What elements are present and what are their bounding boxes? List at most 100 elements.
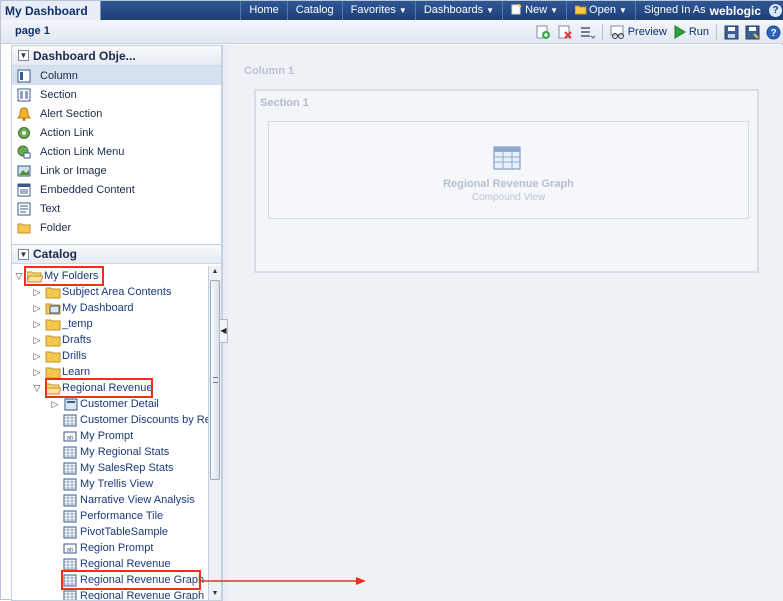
save-as-button[interactable] — [745, 24, 760, 40]
analysis-icon — [63, 557, 79, 571]
tree-item-pivottablesample[interactable]: PivotTableSample — [63, 524, 168, 540]
nav-new[interactable]: New ▼ — [502, 1, 566, 20]
tree-item-learn[interactable]: ▷ Learn — [32, 364, 90, 380]
add-page-button[interactable] — [535, 24, 551, 40]
tree-item-my-dashboard[interactable]: ▷ My Dashboard — [32, 300, 134, 316]
open-folder-icon — [27, 269, 43, 283]
catalog-scrollbar[interactable]: ▲ ▼ — [208, 266, 221, 600]
run-icon — [674, 25, 686, 39]
object-item-alert-section[interactable]: Alert Section — [12, 104, 221, 123]
collapsed-twisty-icon[interactable]: ▷ — [32, 303, 42, 314]
collapsed-twisty-icon[interactable]: ▷ — [32, 351, 42, 362]
nav-favorites[interactable]: Favorites ▼ — [341, 1, 415, 20]
global-nav: Home Catalog Favorites ▼ Dashboards ▼ New ▼… — [240, 1, 783, 20]
tree-item-label: _temp — [62, 318, 93, 330]
tree-item-drafts[interactable]: ▷ Drafts — [32, 332, 91, 348]
catalog-header: ▼ Catalog — [12, 244, 221, 264]
left-panel: ▼ Dashboard Obje... Column Section Alert… — [11, 45, 222, 601]
tree-item-label: Narrative View Analysis — [80, 494, 195, 506]
preview-label: Preview — [627, 26, 667, 38]
expanded-twisty-icon[interactable]: ▽ — [32, 383, 42, 394]
object-item-text[interactable]: Text — [12, 199, 221, 218]
collapsed-twisty-icon[interactable]: ▷ — [32, 367, 42, 378]
list-options-icon — [580, 27, 595, 39]
tree-item-customer-discounts[interactable]: Customer Discounts by Reg — [63, 412, 208, 428]
tree-item-label: My SalesRep Stats — [80, 462, 174, 474]
tree-item-narrative-view-analysis[interactable]: Narrative View Analysis — [63, 492, 195, 508]
collapsed-twisty-icon[interactable]: ▷ — [50, 399, 60, 410]
tree-item-temp[interactable]: ▷ _temp — [32, 316, 93, 332]
page-options-button[interactable] — [579, 24, 595, 40]
object-item-folder[interactable]: Folder — [12, 218, 221, 237]
nav-open[interactable]: Open ▼ — [566, 1, 635, 20]
tree-item-label: My Prompt — [80, 430, 134, 442]
expanded-twisty-icon[interactable]: ▽ — [14, 271, 24, 282]
analysis-icon — [63, 525, 79, 539]
section-container[interactable]: Section 1 Regional Revenue Graph Compoun… — [254, 89, 759, 273]
tree-item-customer-detail[interactable]: ▷ Customer Detail — [50, 396, 159, 412]
tree-item-my-salesrep-stats[interactable]: My SalesRep Stats — [63, 460, 174, 476]
embedded-content-icon — [16, 182, 32, 198]
chevron-down-icon: ▼ — [618, 6, 627, 15]
tree-item-my-trellis-view[interactable]: My Trellis View — [63, 476, 153, 492]
tree-item-label: My Regional Stats — [80, 446, 170, 458]
tree-item-performance-tile[interactable]: Performance Tile — [63, 508, 163, 524]
tree-item-my-folders[interactable]: ▽ My Folders — [14, 268, 98, 284]
tree-item-my-prompt[interactable]: ab My Prompt — [63, 428, 133, 444]
collapse-icon[interactable]: ▼ — [18, 50, 29, 61]
tree-item-region-prompt[interactable]: ab Region Prompt — [63, 540, 153, 556]
nav-home[interactable]: Home — [240, 1, 286, 20]
collapsed-twisty-icon[interactable]: ▷ — [32, 335, 42, 346]
tree-item-label: My Folders — [44, 270, 99, 282]
tree-item-label: Performance Tile — [80, 510, 164, 522]
object-item-link-or-image[interactable]: Link or Image — [12, 161, 221, 180]
preview-button[interactable]: Preview — [610, 24, 667, 40]
tree-item-regional-revenue[interactable]: Regional Revenue — [63, 556, 171, 572]
nav-new-label: New — [525, 4, 548, 16]
folder-icon — [45, 285, 61, 299]
analysis-icon — [63, 493, 79, 507]
user-menu[interactable]: weblogic — [710, 2, 765, 20]
tree-item-label: My Dashboard — [62, 302, 134, 314]
object-item-action-link-menu[interactable]: Action Link Menu — [12, 142, 221, 161]
page-tab[interactable]: page 1 — [15, 25, 50, 37]
object-item-action-link[interactable]: Action Link — [12, 123, 221, 142]
save-button[interactable] — [724, 24, 739, 40]
scroll-thumb[interactable] — [210, 280, 220, 480]
object-item-section[interactable]: Section — [12, 85, 221, 104]
analysis-icon — [63, 589, 79, 600]
link-image-icon — [16, 163, 32, 179]
nav-catalog[interactable]: Catalog — [286, 1, 342, 20]
tree-item-subject-area-contents[interactable]: ▷ Subject Area Contents — [32, 284, 171, 300]
scroll-down-icon[interactable]: ▼ — [209, 588, 221, 600]
compound-view-placeholder[interactable]: Regional Revenue Graph Compound View — [268, 121, 749, 219]
section-label[interactable]: Section 1 — [260, 97, 309, 109]
object-item-column[interactable]: Column — [12, 66, 221, 85]
object-label: Link or Image — [40, 164, 107, 177]
save-as-icon — [745, 25, 760, 39]
run-button[interactable]: Run — [673, 24, 709, 40]
collapse-left-icon[interactable]: ◀ — [219, 319, 228, 343]
nav-dashboards[interactable]: Dashboards ▼ — [414, 1, 502, 20]
collapsed-twisty-icon[interactable]: ▷ — [32, 319, 42, 330]
tree-item-regional-revenue-folder[interactable]: ▽ Regional Revenue — [32, 380, 153, 396]
toolbar-divider — [601, 24, 603, 40]
scroll-up-icon[interactable]: ▲ — [209, 266, 221, 278]
tree-item-regional-revenue-graph-n[interactable]: Regional Revenue Graph N — [63, 588, 208, 600]
delete-page-button[interactable] — [557, 24, 573, 40]
tree-item-my-regional-stats[interactable]: My Regional Stats — [63, 444, 169, 460]
help-icon[interactable]: ? — [769, 4, 782, 17]
tree-item-regional-revenue-graph[interactable]: Regional Revenue Graph — [63, 572, 204, 588]
collapsed-twisty-icon[interactable]: ▷ — [32, 287, 42, 298]
tree-item-label: PivotTableSample — [80, 526, 169, 538]
grip-icon — [213, 377, 218, 383]
analysis-icon — [63, 573, 79, 587]
catalog-section: ▼ Catalog ▽ My Folders ▷ Subject Area Co… — [12, 244, 221, 600]
help-button[interactable]: ? — [766, 24, 781, 40]
object-item-embedded-content[interactable]: Embedded Content — [12, 180, 221, 199]
object-label: Alert Section — [40, 107, 103, 120]
collapse-icon[interactable]: ▼ — [18, 248, 29, 260]
tree-item-drills[interactable]: ▷ Drills — [32, 348, 86, 364]
object-label: Text — [40, 202, 61, 215]
column-label[interactable]: Column 1 — [244, 65, 294, 77]
